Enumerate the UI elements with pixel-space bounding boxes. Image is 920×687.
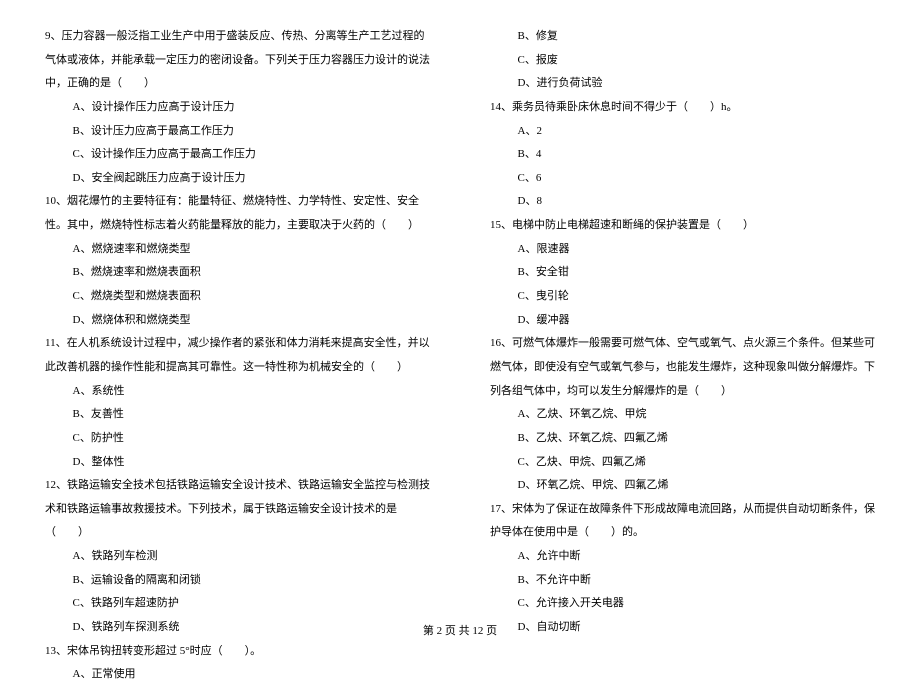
q10-option-d: D、燃烧体积和燃烧类型 <box>45 309 430 333</box>
q12-option-b: B、运输设备的隔离和闭锁 <box>45 569 430 593</box>
page-footer: 第 2 页 共 12 页 <box>0 622 920 638</box>
q10-option-a: A、燃烧速率和燃烧类型 <box>45 238 430 262</box>
question-14: 14、乘务员待乘卧床休息时间不得少于（ ）h。 A、2 B、4 C、6 D、8 <box>490 96 875 214</box>
q11-option-b: B、友善性 <box>45 403 430 427</box>
q17-option-c: C、允许接入开关电器 <box>490 592 875 616</box>
q14-option-a: A、2 <box>490 120 875 144</box>
q16-option-b: B、乙炔、环氧乙烷、四氟乙烯 <box>490 427 875 451</box>
q15-option-a: A、限速器 <box>490 238 875 262</box>
q16-option-a: A、乙炔、环氧乙烷、甲烷 <box>490 403 875 427</box>
q13-text: 13、宋体吊钩扭转变形超过 5°时应（ ）。 <box>45 640 430 664</box>
q9-option-d: D、安全阀起跳压力应高于设计压力 <box>45 167 430 191</box>
q15-option-b: B、安全钳 <box>490 261 875 285</box>
q9-option-c: C、设计操作压力应高于最高工作压力 <box>45 143 430 167</box>
q15-option-c: C、曳引轮 <box>490 285 875 309</box>
q12-text: 12、铁路运输安全技术包括铁路运输安全设计技术、铁路运输安全监控与检测技术和铁路… <box>45 474 430 545</box>
q9-option-b: B、设计压力应高于最高工作压力 <box>45 120 430 144</box>
q10-option-c: C、燃烧类型和燃烧表面积 <box>45 285 430 309</box>
q17-option-a: A、允许中断 <box>490 545 875 569</box>
q14-option-c: C、6 <box>490 167 875 191</box>
q17-option-b: B、不允许中断 <box>490 569 875 593</box>
q13-option-c: C、报废 <box>490 49 875 73</box>
question-13: 13、宋体吊钩扭转变形超过 5°时应（ ）。 A、正常使用 <box>45 640 430 687</box>
q11-option-d: D、整体性 <box>45 451 430 475</box>
question-10: 10、烟花爆竹的主要特征有：能量特征、燃烧特性、力学特性、安定性、安全性。其中，… <box>45 190 430 332</box>
page-content: 9、压力容器一般泛指工业生产中用于盛装反应、传热、分离等生产工艺过程的气体或液体… <box>45 25 875 605</box>
question-13-cont: B、修复 C、报废 D、进行负荷试验 <box>490 25 875 96</box>
question-11: 11、在人机系统设计过程中，减少操作者的紧张和体力消耗来提高安全性，并以此改善机… <box>45 332 430 474</box>
q12-option-c: C、铁路列车超速防护 <box>45 592 430 616</box>
q16-text: 16、可燃气体爆炸一般需要可燃气体、空气或氧气、点火源三个条件。但某些可燃气体，… <box>490 332 875 403</box>
q14-option-b: B、4 <box>490 143 875 167</box>
question-9: 9、压力容器一般泛指工业生产中用于盛装反应、传热、分离等生产工艺过程的气体或液体… <box>45 25 430 190</box>
q12-option-a: A、铁路列车检测 <box>45 545 430 569</box>
q15-option-d: D、缓冲器 <box>490 309 875 333</box>
q11-option-a: A、系统性 <box>45 380 430 404</box>
q17-text: 17、宋体为了保证在故障条件下形成故障电流回路，从而提供自动切断条件，保护导体在… <box>490 498 875 545</box>
question-17: 17、宋体为了保证在故障条件下形成故障电流回路，从而提供自动切断条件，保护导体在… <box>490 498 875 640</box>
q16-option-d: D、环氧乙烷、甲烷、四氟乙烯 <box>490 474 875 498</box>
right-column: B、修复 C、报废 D、进行负荷试验 14、乘务员待乘卧床休息时间不得少于（ ）… <box>490 25 875 605</box>
question-15: 15、电梯中防止电梯超速和断绳的保护装置是（ ） A、限速器 B、安全钳 C、曳… <box>490 214 875 332</box>
q9-text: 9、压力容器一般泛指工业生产中用于盛装反应、传热、分离等生产工艺过程的气体或液体… <box>45 25 430 96</box>
q14-text: 14、乘务员待乘卧床休息时间不得少于（ ）h。 <box>490 96 875 120</box>
q14-option-d: D、8 <box>490 190 875 214</box>
q9-option-a: A、设计操作压力应高于设计压力 <box>45 96 430 120</box>
q16-option-c: C、乙炔、甲烷、四氟乙烯 <box>490 451 875 475</box>
q13-option-b: B、修复 <box>490 25 875 49</box>
q13-option-a: A、正常使用 <box>45 663 430 687</box>
q13-option-d: D、进行负荷试验 <box>490 72 875 96</box>
question-16: 16、可燃气体爆炸一般需要可燃气体、空气或氧气、点火源三个条件。但某些可燃气体，… <box>490 332 875 497</box>
q10-option-b: B、燃烧速率和燃烧表面积 <box>45 261 430 285</box>
q11-text: 11、在人机系统设计过程中，减少操作者的紧张和体力消耗来提高安全性，并以此改善机… <box>45 332 430 379</box>
question-12: 12、铁路运输安全技术包括铁路运输安全设计技术、铁路运输安全监控与检测技术和铁路… <box>45 474 430 639</box>
left-column: 9、压力容器一般泛指工业生产中用于盛装反应、传热、分离等生产工艺过程的气体或液体… <box>45 25 430 605</box>
q15-text: 15、电梯中防止电梯超速和断绳的保护装置是（ ） <box>490 214 875 238</box>
q10-text: 10、烟花爆竹的主要特征有：能量特征、燃烧特性、力学特性、安定性、安全性。其中，… <box>45 190 430 237</box>
q11-option-c: C、防护性 <box>45 427 430 451</box>
